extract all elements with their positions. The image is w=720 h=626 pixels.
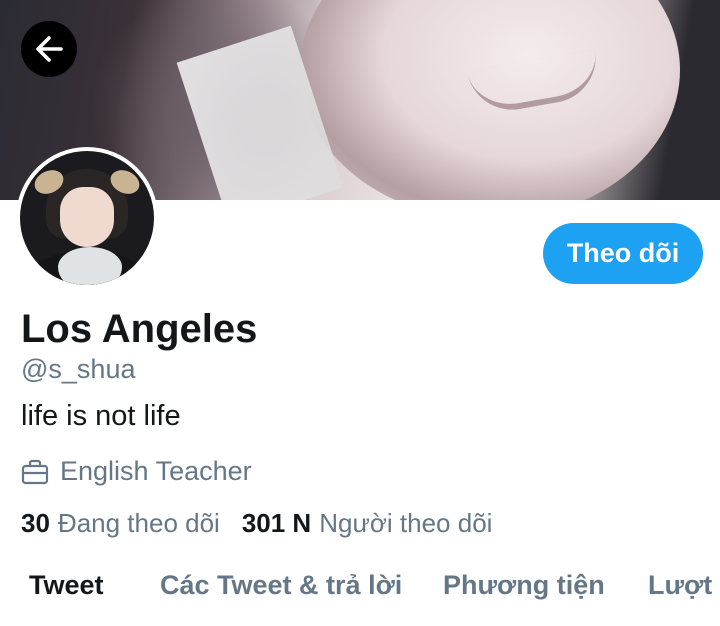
following-label[interactable]: Đang theo dõi <box>58 508 220 539</box>
arrow-left-icon <box>36 36 63 62</box>
following-count[interactable]: 30 <box>21 508 50 539</box>
followers-count[interactable]: 301 N <box>242 508 311 539</box>
profile-tabs: Tweet Các Tweet & trả lời Phương tiện Lư… <box>0 570 720 626</box>
tab-likes[interactable]: Lượt t <box>648 570 720 601</box>
job-label: English Teacher <box>60 456 252 486</box>
profile-bio: life is not life <box>21 400 181 432</box>
avatar-image <box>20 151 154 285</box>
tab-tweets[interactable]: Tweet <box>29 570 104 601</box>
profile-handle: @s_shua <box>21 354 136 384</box>
avatar[interactable] <box>16 147 158 289</box>
followers-label[interactable]: Người theo dõi <box>319 508 492 539</box>
back-button[interactable] <box>21 21 77 77</box>
profile-name: Los Angeles <box>21 307 258 351</box>
briefcase-icon <box>21 459 49 484</box>
follow-button[interactable]: Theo dõi <box>543 223 703 284</box>
tab-media[interactable]: Phương tiện <box>443 570 605 601</box>
profile-stats: 30 Đang theo dõi 301 N Người theo dõi <box>21 508 492 539</box>
profile-job: English Teacher <box>21 456 252 487</box>
tab-tweets-and-replies[interactable]: Các Tweet & trả lời <box>160 570 402 601</box>
